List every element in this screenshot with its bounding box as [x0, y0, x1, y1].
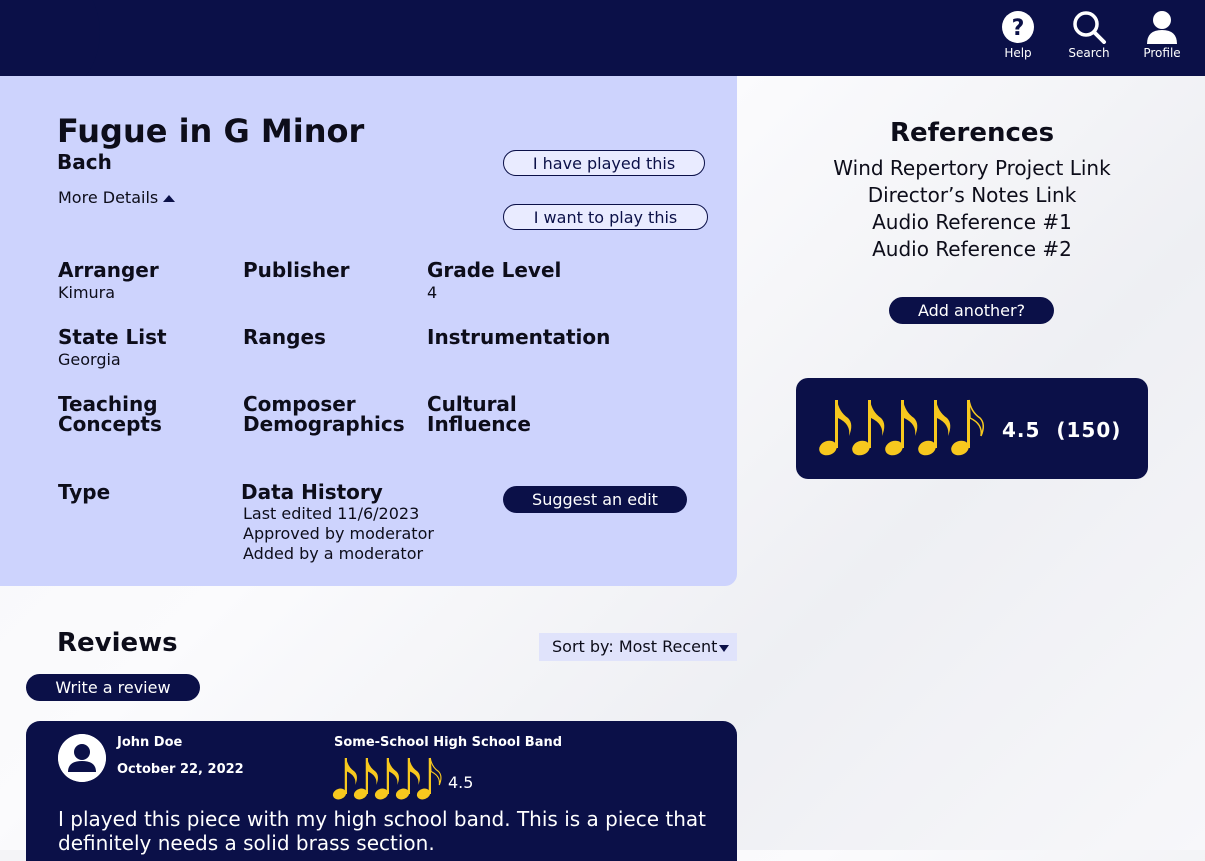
eighth-note-icon [332, 758, 357, 800]
ref-link-directors-notes[interactable]: Director’s Notes Link [800, 183, 1144, 207]
arranger-label: Arranger [58, 258, 159, 282]
more-details-toggle[interactable]: More Details [58, 188, 176, 207]
write-review-button[interactable]: Write a review [26, 674, 200, 701]
ranges-label: Ranges [243, 325, 326, 349]
rating-count: (150) [1056, 418, 1122, 442]
arranger-value: Kimura [58, 283, 116, 302]
type-label: Type [58, 480, 111, 504]
rating-value: 4.5 [1002, 418, 1041, 442]
history-added: Added by a moderator [243, 544, 424, 563]
state-list-label: State List [58, 325, 167, 349]
review-text: I played this piece with my high school … [58, 807, 706, 855]
more-details-label: More Details [58, 188, 159, 207]
eighth-note-icon [918, 400, 951, 456]
review-rating-notes [332, 755, 442, 807]
grade-level-value: 4 [427, 283, 438, 302]
user-avatar-icon [58, 734, 106, 782]
reviews-title: Reviews [57, 628, 178, 658]
publisher-label: Publisher [243, 258, 350, 282]
profile-button[interactable]: Profile [1132, 10, 1192, 60]
sort-dropdown[interactable]: Sort by: Most Recent [539, 633, 737, 661]
played-this-button[interactable]: I have played this [503, 150, 705, 176]
search-label: Search [1068, 46, 1110, 60]
ref-link-audio-1[interactable]: Audio Reference #1 [800, 210, 1144, 234]
state-list-value: Georgia [58, 350, 121, 369]
profile-label: Profile [1143, 46, 1181, 60]
avatar [58, 734, 106, 782]
data-history-list: Last edited 11/6/2023 Approved by modera… [243, 504, 434, 564]
eighth-note-icon [885, 400, 918, 456]
suggest-edit-button[interactable]: Suggest an edit [503, 486, 687, 513]
help-icon: ? [1002, 11, 1034, 43]
rating-notes [818, 396, 988, 464]
help-label: Help [1004, 46, 1032, 60]
history-approved: Approved by moderator [243, 524, 434, 543]
help-button[interactable]: ? Help [988, 10, 1048, 60]
eighth-note-rating-icons [819, 399, 984, 456]
want-to-play-button[interactable]: I want to play this [503, 204, 708, 230]
svg-text:?: ? [1012, 16, 1025, 41]
review-rating-value: 4.5 [448, 773, 474, 792]
overall-rating-card: 4.5 (150) [796, 378, 1148, 479]
cultural-line-2: Influence [427, 412, 531, 436]
cultural-influence-label: Cultural Influence [427, 394, 531, 434]
add-reference-button[interactable]: Add another? [889, 297, 1054, 324]
reviewer-band: Some-School High School Band [334, 735, 563, 750]
instrumentation-label: Instrumentation [427, 325, 611, 349]
piece-title: Fugue in G Minor [57, 112, 365, 150]
review-date: October 22, 2022 [117, 762, 244, 777]
ref-link-audio-2[interactable]: Audio Reference #2 [800, 237, 1144, 261]
chevron-up-icon [163, 195, 176, 202]
profile-icon [1147, 11, 1177, 44]
composer-demographics-label: Composer Demographics [243, 394, 405, 434]
history-last-edited: Last edited 11/6/2023 [243, 504, 420, 523]
teaching-line-2: Concepts [58, 412, 162, 436]
eighth-note-rating-icons [332, 757, 442, 800]
piece-composer: Bach [57, 150, 112, 174]
sort-label: Sort by: Most Recent [552, 637, 718, 656]
search-button[interactable]: Search [1059, 10, 1119, 60]
composer-demo-line-2: Demographics [243, 412, 405, 436]
rating-summary: 4.5 (150) [1002, 418, 1121, 442]
ref-link-wind-repertory[interactable]: Wind Repertory Project Link [800, 156, 1144, 180]
eighth-note-icon [852, 400, 885, 456]
grade-level-label: Grade Level [427, 258, 562, 282]
eighth-note-icon [951, 399, 984, 456]
references-title: References [889, 118, 1055, 148]
review-card: John Doe October 22, 2022 Some-School Hi… [26, 721, 737, 861]
search-icon [1073, 11, 1106, 44]
teaching-concepts-label: Teaching Concepts [58, 394, 162, 434]
eighth-note-icon [819, 400, 852, 456]
chevron-down-icon [719, 645, 729, 652]
data-history-label: Data History [241, 480, 383, 504]
reviewer-name: John Doe [117, 735, 183, 750]
